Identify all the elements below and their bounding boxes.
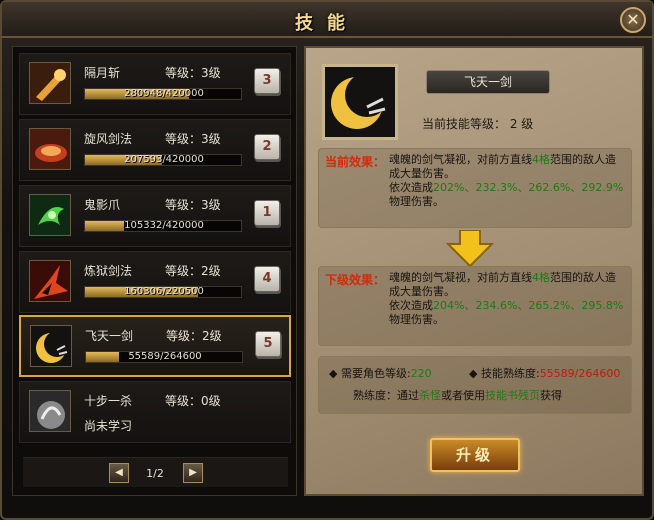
- skill-progress-text: 105332/420000: [124, 220, 204, 231]
- current-effect-label: 当前效果：: [325, 155, 386, 169]
- skill-progress-text: 207593/420000: [124, 154, 204, 165]
- skill-name: 旋风剑法: [84, 132, 133, 146]
- hotkey-badge: 2: [254, 134, 280, 160]
- prev-page-icon[interactable]: ◀: [109, 463, 129, 483]
- skill-level: 等级：3级: [165, 198, 221, 212]
- skill-icon-moon-slash: [29, 62, 71, 104]
- skill-row-4[interactable]: 炼狱剑法 等级：2级 160306/220500 4: [19, 251, 291, 313]
- current-effect-text: 魂魄的剑气凝视，对前方直线4格范围的敌人造成大量伤害。 依次造成202%、232…: [389, 153, 624, 208]
- hotkey-badge: 5: [255, 331, 281, 357]
- skill-level: 等级：2级: [166, 329, 222, 343]
- skills-window: 技能 ✕ 隔月斩 等级：3级 280948/420000 3 旋风剑法 等级：3…: [0, 0, 654, 520]
- skill-icon-whirlwind: [29, 128, 71, 170]
- proficiency-hint: 熟练度：通过杀怪或者使用技能书残页获得: [353, 389, 562, 402]
- skill-level: 等级：0级: [165, 394, 221, 408]
- skill-icon-inferno-sword: [29, 260, 71, 302]
- skill-name: 飞天一剑: [85, 329, 134, 343]
- skill-name: 炼狱剑法: [84, 264, 133, 278]
- skill-progress-bar: 105332/420000: [84, 220, 242, 232]
- next-page-icon[interactable]: ▶: [183, 463, 203, 483]
- skill-level: 等级：3级: [165, 132, 221, 146]
- skill-icon-ghost-claw: [29, 194, 71, 236]
- skill-list-panel: 隔月斩 等级：3级 280948/420000 3 旋风剑法 等级：3级 207…: [12, 46, 297, 496]
- skill-row-2[interactable]: 旋风剑法 等级：3级 207593/420000 2: [19, 119, 291, 181]
- skill-name: 十步一杀: [84, 394, 133, 408]
- skill-progress-bar: 55589/264600: [85, 351, 243, 363]
- selected-skill-name: 飞天一剑: [426, 70, 550, 94]
- required-level: ◆ 需要角色等级:220: [329, 367, 432, 380]
- page-indicator: 1/2: [146, 467, 164, 480]
- hotkey-badge: 3: [254, 68, 280, 94]
- skill-row-6[interactable]: 十步一杀 等级：0级 尚未学习: [19, 381, 291, 443]
- skill-level: 等级：2级: [165, 264, 221, 278]
- skill-progress-bar: 207593/420000: [84, 154, 242, 166]
- not-learned-label: 尚未学习: [84, 419, 133, 433]
- selected-skill-icon: [322, 64, 398, 140]
- skill-detail-panel: 飞天一剑 当前技能等级： 2 级 当前效果： 魂魄的剑气凝视，对前方直线4格范围…: [304, 46, 644, 496]
- skill-progress-bar: 160306/220500: [84, 286, 242, 298]
- next-effect-box: 下级效果： 魂魄的剑气凝视，对前方直线4格范围的敌人造成大量伤害。 依次造成20…: [318, 266, 632, 346]
- close-icon[interactable]: ✕: [620, 7, 646, 33]
- skill-progress-bar: 280948/420000: [84, 88, 242, 100]
- next-effect-text: 魂魄的剑气凝视，对前方直线4格范围的敌人造成大量伤害。 依次造成204%、234…: [389, 271, 624, 326]
- skill-level: 等级：3级: [165, 66, 221, 80]
- skill-icon-ten-step-kill: [29, 390, 71, 432]
- hotkey-badge: 1: [254, 200, 280, 226]
- skill-progress-text: 55589/264600: [128, 351, 202, 362]
- hotkey-badge: 4: [254, 266, 280, 292]
- skill-row-3[interactable]: 鬼影爪 等级：3级 105332/420000 1: [19, 185, 291, 247]
- next-effect-label: 下级效果：: [325, 273, 386, 287]
- skill-row-5[interactable]: 飞天一剑 等级：2级 55589/264600 5: [19, 315, 291, 377]
- skill-row-1[interactable]: 隔月斩 等级：3级 280948/420000 3: [19, 53, 291, 115]
- skill-name: 隔月斩: [84, 66, 121, 80]
- down-arrow-icon: [446, 230, 494, 266]
- skill-progress-text: 160306/220500: [124, 286, 204, 297]
- skill-proficiency: ◆ 技能熟练度:55589/264600: [469, 367, 621, 380]
- current-skill-level: 当前技能等级： 2 级: [422, 117, 534, 131]
- upgrade-button[interactable]: 升级: [430, 438, 520, 472]
- skill-icon-flying-sword: [30, 325, 72, 367]
- pagination: ◀ 1/2 ▶: [23, 457, 288, 487]
- skill-progress-text: 280948/420000: [124, 88, 204, 99]
- title-bar: 技能 ✕: [2, 2, 652, 38]
- requirements-box: ◆ 需要角色等级:220 ◆ 技能熟练度:55589/264600 熟练度：通过…: [318, 356, 632, 414]
- skill-name: 鬼影爪: [84, 198, 121, 212]
- window-title: 技能: [295, 13, 359, 34]
- current-effect-box: 当前效果： 魂魄的剑气凝视，对前方直线4格范围的敌人造成大量伤害。 依次造成20…: [318, 148, 632, 228]
